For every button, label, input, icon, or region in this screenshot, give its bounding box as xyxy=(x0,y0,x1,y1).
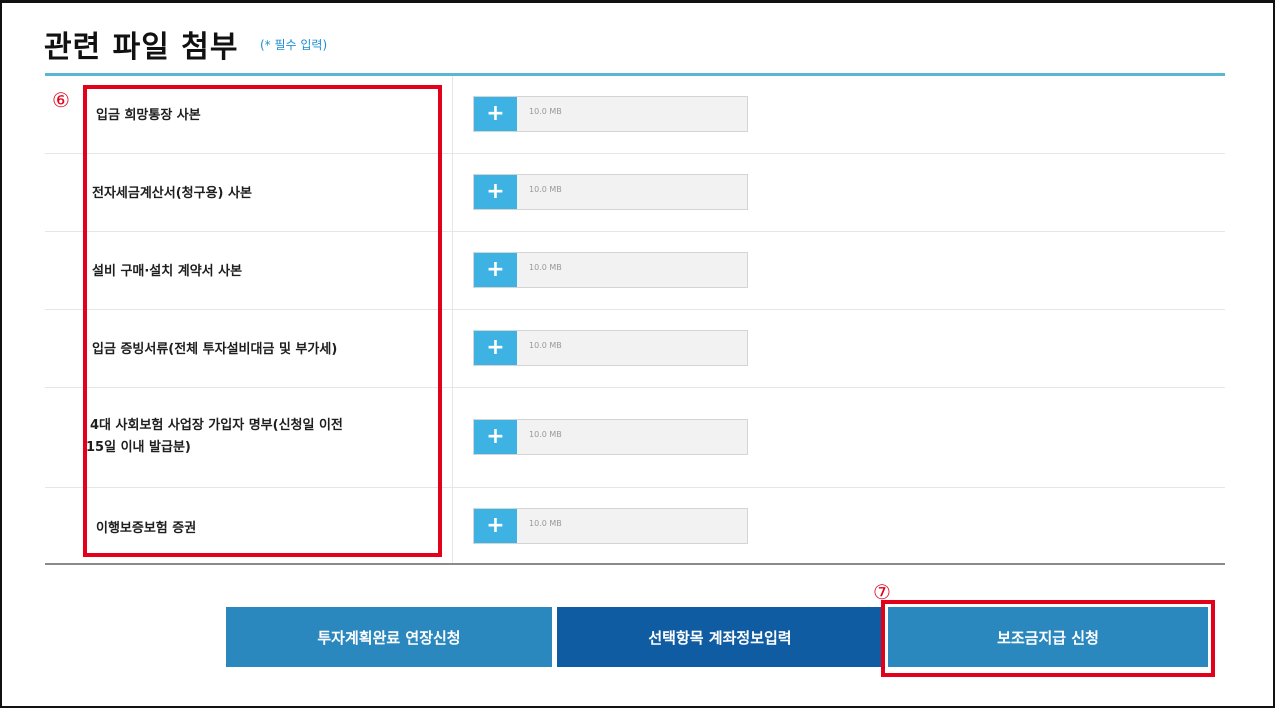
extension-request-button[interactable]: 투자계획완료 연장신청 xyxy=(226,607,552,667)
max-size-text: 10.0 MB xyxy=(529,185,562,194)
highlight-box-submit xyxy=(881,600,1215,677)
file-upload-payment-proof[interactable]: + 10.0 MB xyxy=(473,330,748,366)
max-size-text: 10.0 MB xyxy=(529,107,562,116)
plus-icon[interactable]: + xyxy=(474,175,517,209)
plus-icon[interactable]: + xyxy=(474,509,517,543)
column-divider xyxy=(452,76,453,563)
section-title: 관련 파일 첨부 xyxy=(44,30,239,65)
file-upload-insurance-roster[interactable]: + 10.0 MB xyxy=(473,419,748,455)
file-upload-contract[interactable]: + 10.0 MB xyxy=(473,252,748,288)
file-upload-tax-invoice[interactable]: + 10.0 MB xyxy=(473,174,748,210)
highlight-box-files xyxy=(83,85,442,557)
account-info-button[interactable]: 선택항목 계좌정보입력 xyxy=(557,607,883,667)
file-upload-performance-bond[interactable]: + 10.0 MB xyxy=(473,508,748,544)
table-top-border xyxy=(45,73,1225,76)
max-size-text: 10.0 MB xyxy=(529,263,562,272)
required-note: (* 필수 입력) xyxy=(260,38,328,52)
table-bottom-border xyxy=(45,563,1225,565)
max-size-text: 10.0 MB xyxy=(529,519,562,528)
plus-icon[interactable]: + xyxy=(474,331,517,365)
plus-icon[interactable]: + xyxy=(474,420,517,454)
annotation-marker-6: ⑥ xyxy=(52,88,70,112)
max-size-text: 10.0 MB xyxy=(529,430,562,439)
file-upload-bank-account[interactable]: + 10.0 MB xyxy=(473,96,748,132)
plus-icon[interactable]: + xyxy=(474,253,517,287)
max-size-text: 10.0 MB xyxy=(529,341,562,350)
plus-icon[interactable]: + xyxy=(474,97,517,131)
